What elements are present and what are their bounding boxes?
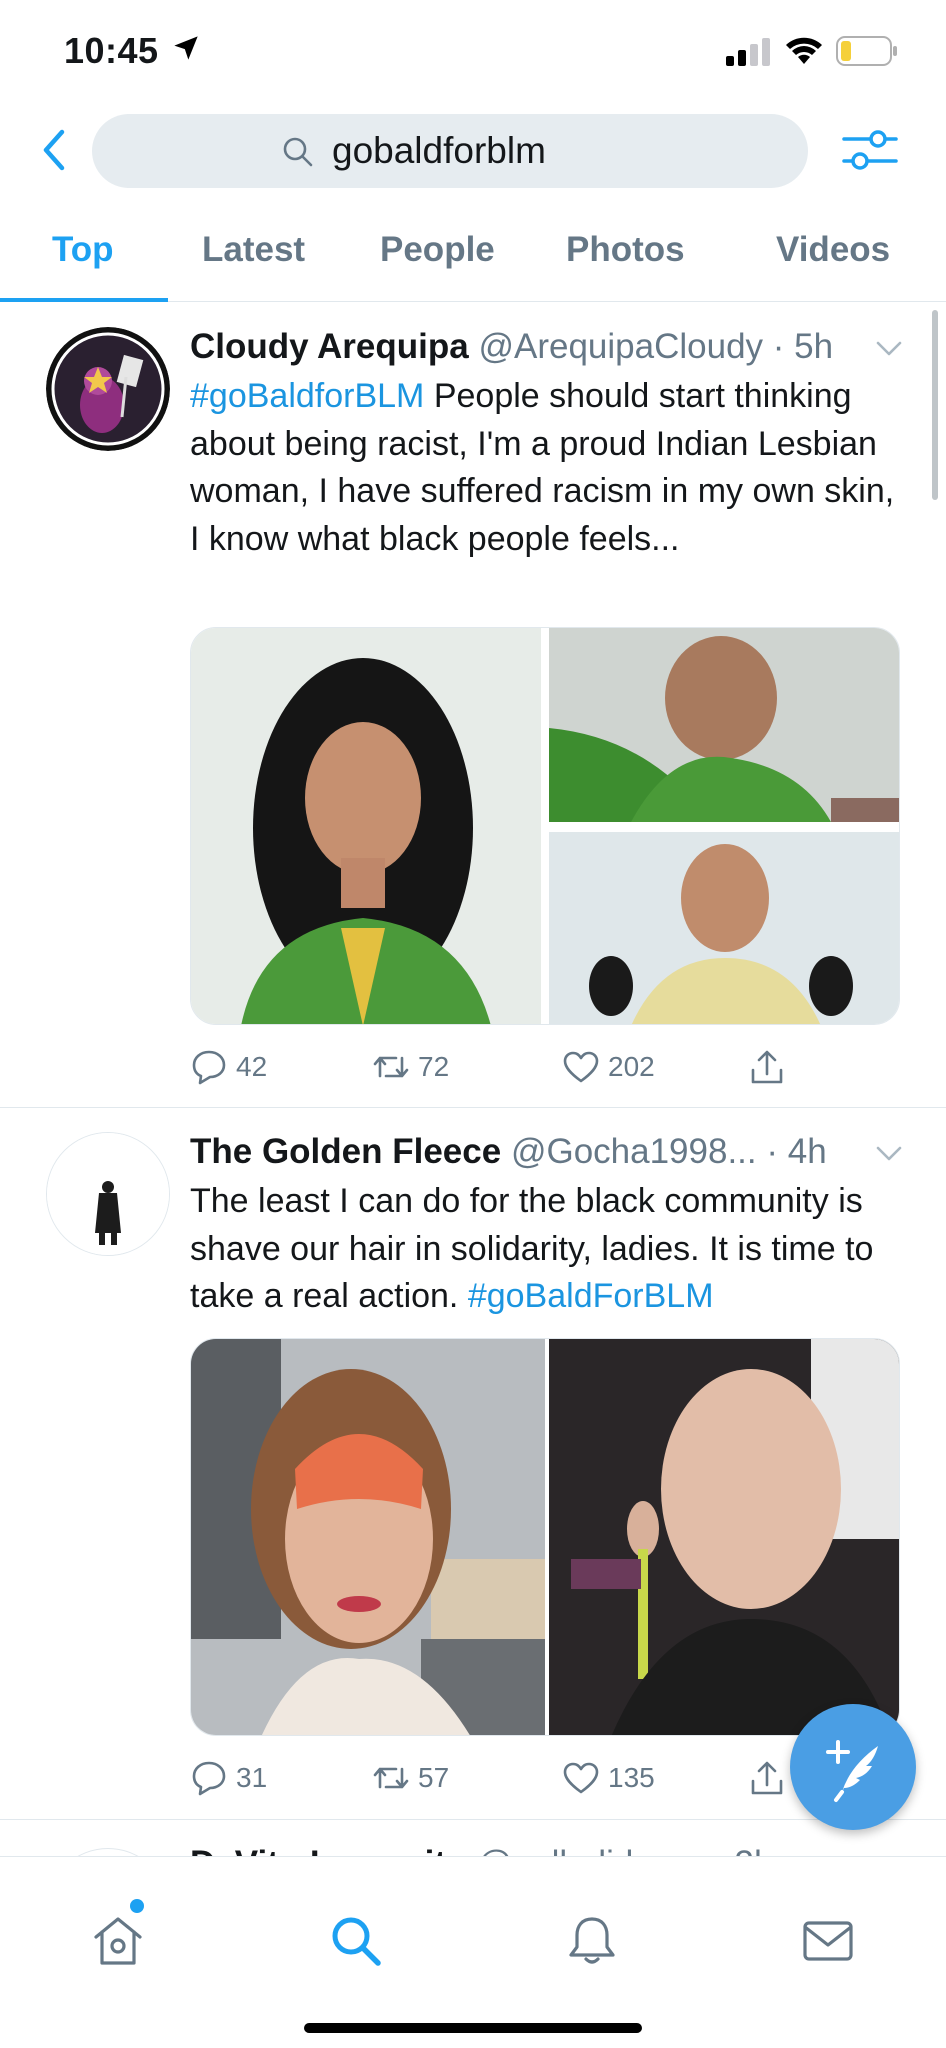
search-query: gobaldforblm bbox=[332, 130, 546, 171]
like-button[interactable]: 135 bbox=[562, 1756, 655, 1800]
hashtag-link[interactable]: #goBaldForBLM bbox=[468, 1277, 714, 1315]
tweet-card[interactable]: Cloudy Arequipa @ArequipaCloudy · 5h #go… bbox=[0, 303, 946, 1108]
share-button[interactable] bbox=[748, 1045, 786, 1089]
status-time: 10:45 bbox=[64, 30, 159, 71]
status-bar: 10:45 bbox=[0, 0, 946, 100]
tweet-time: · 4h bbox=[766, 1132, 827, 1171]
avatar[interactable] bbox=[46, 1132, 170, 1256]
tab-people[interactable]: People bbox=[380, 230, 495, 270]
tweet-text: #goBaldforBLM People should start thinki… bbox=[190, 373, 910, 563]
tab-latest[interactable]: Latest bbox=[202, 230, 305, 270]
tweet-media-grid[interactable] bbox=[190, 627, 900, 1025]
tweet-header: The Golden Fleece @Gocha1998... · 4h bbox=[190, 1132, 910, 1172]
avatar-image bbox=[46, 327, 170, 451]
back-chevron-icon[interactable] bbox=[36, 126, 72, 174]
reply-button[interactable]: 31 bbox=[190, 1756, 267, 1800]
wifi-icon bbox=[786, 37, 822, 64]
tweet-media-grid[interactable] bbox=[190, 1338, 900, 1736]
like-count: 135 bbox=[608, 1762, 655, 1793]
notification-dot bbox=[130, 1899, 144, 1913]
compose-tweet-button[interactable] bbox=[790, 1704, 916, 1830]
retweet-button[interactable]: 57 bbox=[372, 1756, 449, 1800]
envelope-icon[interactable] bbox=[800, 1913, 856, 1969]
tab-top[interactable]: Top bbox=[52, 230, 114, 270]
signal-icon bbox=[726, 38, 770, 66]
magnifier-icon bbox=[283, 137, 313, 167]
bell-icon[interactable] bbox=[564, 1913, 620, 1969]
tweet-photos bbox=[191, 1339, 899, 1735]
battery-icon bbox=[836, 36, 897, 66]
retweet-icon bbox=[373, 1767, 409, 1789]
like-button[interactable]: 202 bbox=[562, 1045, 655, 1089]
tweet-time: · 5h bbox=[772, 327, 834, 366]
speech-bubble-icon bbox=[192, 1761, 226, 1796]
tweet-header: Cloudy Arequipa @ArequipaCloudy · 5h bbox=[190, 327, 910, 367]
home-indicator[interactable] bbox=[304, 2023, 642, 2033]
retweet-count: 57 bbox=[418, 1762, 450, 1793]
retweet-button[interactable]: 72 bbox=[372, 1045, 449, 1089]
location-arrow-icon bbox=[174, 36, 198, 60]
retweet-count: 72 bbox=[418, 1051, 450, 1082]
home-icon[interactable] bbox=[90, 1913, 146, 1969]
author-handle[interactable]: @Gocha1998... bbox=[511, 1132, 757, 1171]
speech-bubble-icon bbox=[192, 1050, 226, 1085]
tweet-photos bbox=[191, 628, 899, 1024]
hashtag-link[interactable]: #goBaldforBLM bbox=[190, 377, 424, 415]
reply-button[interactable]: 42 bbox=[190, 1045, 267, 1089]
like-count: 202 bbox=[608, 1051, 655, 1082]
avatar[interactable] bbox=[46, 327, 170, 451]
tab-videos[interactable]: Videos bbox=[776, 230, 890, 270]
author-handle[interactable]: @ArequipaCloudy bbox=[478, 327, 763, 366]
active-tab-indicator bbox=[0, 298, 168, 302]
retweet-icon bbox=[373, 1056, 409, 1078]
author-name[interactable]: The Golden Fleece bbox=[190, 1132, 501, 1171]
chevron-down-icon[interactable] bbox=[876, 341, 902, 357]
feather-plus-icon bbox=[826, 1740, 878, 1802]
search-input[interactable]: gobaldforblm bbox=[92, 114, 808, 188]
avatar-image bbox=[47, 1133, 169, 1255]
sliders-icon[interactable] bbox=[842, 124, 898, 176]
tweet-actions: 42 72 202 bbox=[190, 1045, 910, 1089]
chevron-down-icon[interactable] bbox=[876, 1146, 902, 1162]
heart-icon bbox=[563, 1762, 599, 1794]
reply-count: 31 bbox=[236, 1762, 268, 1793]
search-tabs: Top Latest People Photos Videos bbox=[0, 220, 946, 302]
tweet-text: The least I can do for the black communi… bbox=[190, 1178, 910, 1321]
share-icon bbox=[751, 1050, 783, 1084]
reply-count: 42 bbox=[236, 1051, 268, 1082]
author-name[interactable]: Cloudy Arequipa bbox=[190, 327, 469, 366]
share-button[interactable] bbox=[748, 1756, 786, 1800]
search-header: gobaldforblm bbox=[0, 100, 946, 220]
share-icon bbox=[751, 1761, 783, 1795]
heart-icon bbox=[563, 1051, 599, 1083]
tab-photos[interactable]: Photos bbox=[566, 230, 685, 270]
bottom-tab-bar bbox=[0, 1856, 946, 2048]
search-icon[interactable] bbox=[328, 1913, 384, 1969]
